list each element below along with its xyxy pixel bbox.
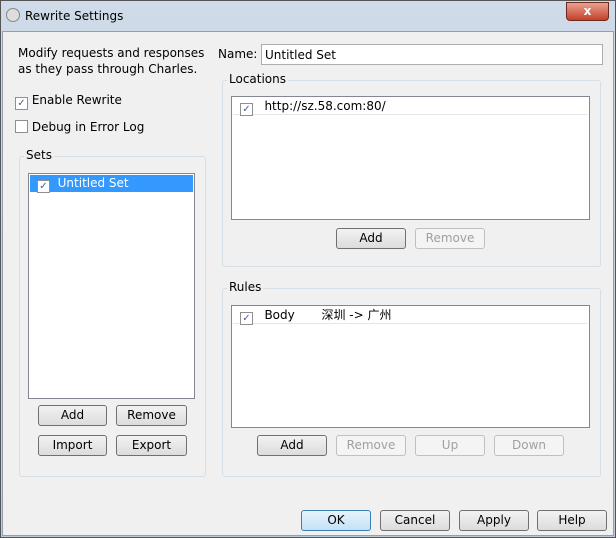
rules-remove-button[interactable]: Remove bbox=[336, 435, 406, 456]
checkbox-icon[interactable]: ✓ bbox=[37, 180, 50, 193]
sets-label: Sets bbox=[24, 148, 54, 162]
title-bar: Rewrite Settings x bbox=[1, 1, 615, 31]
rules-label: Rules bbox=[227, 280, 264, 294]
set-name: Untitled Set bbox=[57, 176, 129, 190]
name-label: Name: bbox=[218, 47, 258, 61]
apply-button[interactable]: Apply bbox=[459, 510, 529, 531]
checkbox-icon[interactable]: ✓ bbox=[240, 103, 253, 116]
export-button[interactable]: Export bbox=[116, 435, 187, 456]
name-input[interactable] bbox=[261, 44, 603, 65]
locations-remove-button[interactable]: Remove bbox=[415, 228, 485, 249]
rule-type: Body bbox=[264, 308, 295, 322]
locations-list[interactable]: ✓ http://sz.58.com:80/ bbox=[231, 96, 590, 220]
locations-add-button[interactable]: Add bbox=[336, 228, 406, 249]
enable-rewrite-checkbox[interactable]: ✓ Enable Rewrite bbox=[15, 93, 122, 110]
window-title: Rewrite Settings bbox=[25, 9, 124, 23]
checkbox-icon bbox=[15, 120, 28, 133]
sets-list[interactable]: ✓ Untitled Set bbox=[28, 173, 195, 399]
charles-app-icon bbox=[6, 8, 20, 22]
set-item[interactable]: ✓ Untitled Set bbox=[30, 175, 193, 193]
debug-label: Debug in Error Log bbox=[31, 120, 145, 134]
rule-item[interactable]: ✓ Body 深圳 -> 广州 bbox=[233, 307, 588, 325]
help-button[interactable]: Help bbox=[537, 510, 607, 531]
import-button[interactable]: Import bbox=[38, 435, 107, 456]
dialog-body: Modify requests and responses as they pa… bbox=[2, 31, 614, 536]
location-url: http://sz.58.com:80/ bbox=[264, 99, 386, 113]
close-button[interactable]: x bbox=[566, 2, 609, 21]
rule-description: 深圳 -> 广州 bbox=[321, 308, 392, 322]
enable-rewrite-label: Enable Rewrite bbox=[31, 93, 122, 107]
sets-remove-button[interactable]: Remove bbox=[116, 405, 187, 426]
ok-button[interactable]: OK bbox=[301, 510, 371, 531]
cancel-button[interactable]: Cancel bbox=[380, 510, 450, 531]
rules-add-button[interactable]: Add bbox=[257, 435, 327, 456]
intro-text: Modify requests and responses as they pa… bbox=[18, 46, 205, 76]
sets-add-button[interactable]: Add bbox=[38, 405, 107, 426]
checkbox-icon[interactable]: ✓ bbox=[240, 312, 253, 325]
rewrite-settings-window: Rewrite Settings x Modify requests and r… bbox=[0, 0, 616, 538]
rules-list[interactable]: ✓ Body 深圳 -> 广州 bbox=[231, 305, 590, 428]
location-item[interactable]: ✓ http://sz.58.com:80/ bbox=[233, 98, 588, 116]
locations-label: Locations bbox=[227, 72, 289, 86]
checkbox-icon: ✓ bbox=[15, 97, 28, 110]
rules-up-button[interactable]: Up bbox=[415, 435, 485, 456]
rules-down-button[interactable]: Down bbox=[494, 435, 564, 456]
debug-error-log-checkbox[interactable]: Debug in Error Log bbox=[15, 120, 144, 134]
